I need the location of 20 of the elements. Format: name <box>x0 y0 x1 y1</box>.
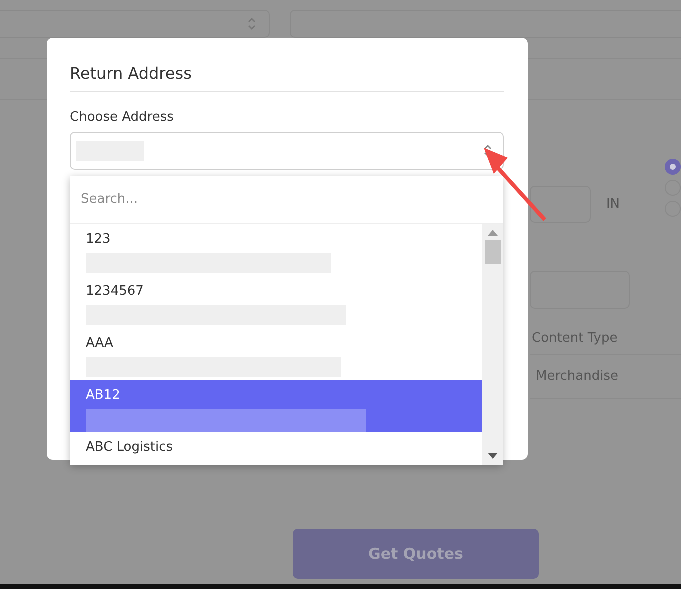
field-label: Choose Address <box>70 110 175 125</box>
scrollbar[interactable] <box>482 224 503 465</box>
option-name: AB12 <box>86 388 122 403</box>
option-name: 123 <box>86 232 112 247</box>
dropdown-option[interactable]: ABC Logistics <box>70 432 482 465</box>
background-field <box>530 186 592 223</box>
scroll-down-icon[interactable] <box>488 453 498 459</box>
option-name: AAA <box>86 336 114 351</box>
chevron-icon <box>247 16 257 32</box>
option-name: ABC Logistics <box>86 440 174 455</box>
content-type-label: Content Type <box>532 331 619 346</box>
unit-label: IN <box>606 197 620 212</box>
option-name: 1234567 <box>86 284 145 299</box>
dialog-title: Return Address <box>70 64 504 92</box>
scroll-thumb[interactable] <box>484 240 500 264</box>
scroll-up-icon[interactable] <box>488 230 498 236</box>
content-type-value: Merchandise <box>530 354 681 399</box>
address-select[interactable] <box>70 132 504 170</box>
dropdown-option[interactable]: AB12 <box>70 380 482 432</box>
search-field[interactable]: Search... <box>70 176 503 224</box>
